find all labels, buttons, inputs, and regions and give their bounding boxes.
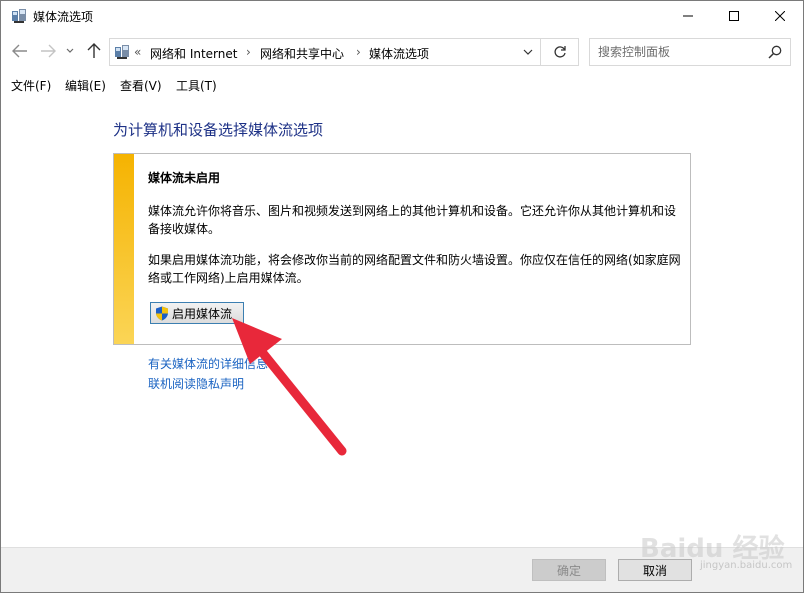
breadcrumb-network-sharing-center[interactable]: 网络和共享中心 [260,45,344,62]
forward-button[interactable] [37,40,59,62]
address-bar[interactable]: « 网络和 Internet › 网络和共享中心 › 媒体流选项 [109,38,541,66]
menu-edit[interactable]: 编辑(E) [65,77,106,94]
back-arrow-icon [12,44,27,58]
enable-media-streaming-button[interactable]: 启用媒体流 [150,302,244,324]
close-icon [775,11,785,21]
uac-shield-icon [156,306,168,320]
enable-button-label: 启用媒体流 [172,306,233,321]
search-icon[interactable] [768,45,782,59]
recent-locations-button[interactable] [63,40,77,62]
breadcrumb-separator-icon[interactable]: › [356,45,361,59]
panel-title: 媒体流未启用 [148,171,221,185]
refresh-button[interactable] [541,38,579,66]
baidu-watermark-url: jingyan.baidu.com [700,560,793,571]
breadcrumb-media-streaming[interactable]: 媒体流选项 [369,45,429,62]
page-title: 为计算机和设备选择媒体流选项 [113,121,324,139]
media-stream-icon [115,45,129,59]
close-button[interactable] [757,1,803,31]
up-arrow-icon [87,43,101,58]
panel-description: 媒体流允许你将音乐、图片和视频发送到网络上的其他计算机和设备。它还允许你从其他计… [148,204,677,236]
address-dropdown-button[interactable] [518,42,538,62]
window-title: 媒体流选项 [33,10,94,24]
media-streaming-details-link[interactable]: 有关媒体流的详细信息 [148,355,268,372]
search-box[interactable] [589,38,791,66]
media-streaming-panel: 媒体流未启用 媒体流允许你将音乐、图片和视频发送到网络上的其他计算机和设备。它还… [113,153,691,345]
search-input[interactable] [598,43,758,61]
menu-file[interactable]: 文件(F) [11,77,51,94]
menu-view[interactable]: 查看(V) [120,77,162,94]
minimize-button[interactable] [665,1,711,31]
maximize-button[interactable] [711,1,757,31]
chevron-down-icon [523,49,533,55]
title-bar: 媒体流选项 [1,1,803,31]
ok-button[interactable]: 确定 [532,559,606,581]
privacy-statement-link[interactable]: 联机阅读隐私声明 [148,375,244,392]
media-stream-icon [12,9,26,23]
breadcrumb-separator-icon[interactable]: › [246,45,251,59]
panel-warning-text: 如果启用媒体流功能，将会修改你当前的网络配置文件和防火墙设置。你应仅在信任的网络… [148,253,681,285]
recent-dropdown-icon [66,48,74,53]
up-button[interactable] [83,40,105,62]
refresh-icon [553,46,566,58]
forward-arrow-icon [41,44,56,58]
breadcrumb-network-internet[interactable]: 网络和 Internet [150,45,237,62]
warning-stripe [114,154,134,344]
menu-tools[interactable]: 工具(T) [176,77,217,94]
maximize-icon [729,11,739,21]
window: 媒体流选项 « 网络和 Internet › 网络和共享中心 › 媒体流选项 搜… [0,0,804,593]
back-button[interactable] [9,40,31,62]
breadcrumb-overflow[interactable]: « [134,45,141,59]
minimize-icon [683,15,693,17]
